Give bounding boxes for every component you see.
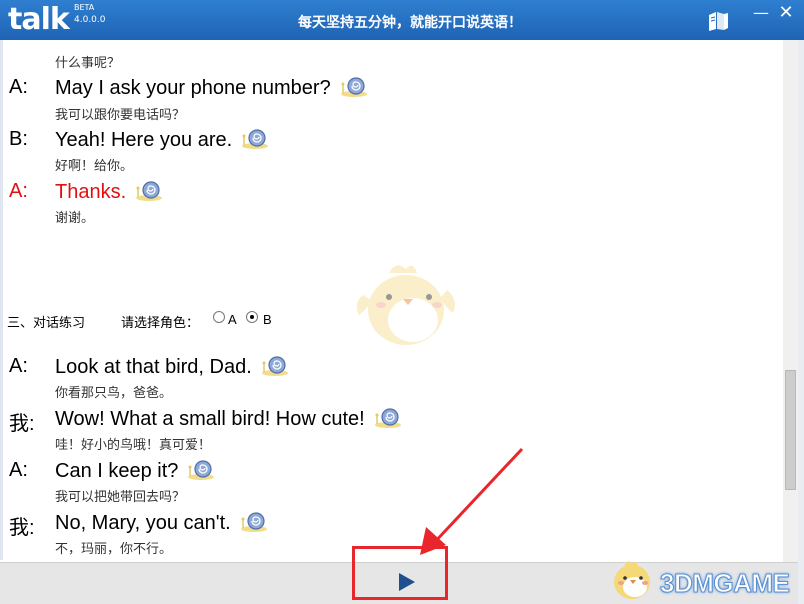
app-logo: talk [8, 2, 70, 37]
dialog-translation: 你看那只鸟，爸爸。 [55, 386, 173, 401]
window-border-right [798, 40, 804, 604]
section-title: 三、对话练习 [7, 316, 86, 331]
snail-audio-icon[interactable] [373, 406, 403, 428]
book-icon[interactable] [706, 9, 730, 33]
sentence-text: May I ask your phone number? [55, 77, 331, 99]
dialog-translation: 不，玛丽，你不行。 [55, 542, 173, 557]
chick-mascot-image [356, 265, 455, 345]
role-a-label[interactable]: A [228, 312, 237, 327]
snail-audio-icon[interactable] [239, 510, 269, 532]
speaker-label: A: [9, 459, 28, 481]
slogan: 每天坚持五分钟，就能开口说英语！ [298, 15, 522, 31]
dialog-translation: 好啊！给你。 [55, 159, 134, 174]
dialog-translation: 哇！好小的鸟哦！真可爱！ [55, 438, 212, 453]
role-b-label[interactable]: B [263, 312, 272, 327]
version-label: 4.0.0.0 [74, 15, 106, 25]
watermark-chick-icon [614, 561, 650, 599]
speaker-label: 我: [9, 413, 35, 435]
snail-audio-icon[interactable] [339, 75, 369, 97]
sentence-text: Wow! What a small bird! How cute! [55, 408, 365, 430]
sentence-text: Yeah! Here you are. [55, 129, 233, 151]
dialog-sentence: No, Mary, you can't. [55, 510, 269, 535]
role-b-radio[interactable] [246, 311, 258, 323]
speaker-label: 我: [9, 517, 35, 539]
scrollbar-thumb[interactable] [785, 370, 796, 490]
dialog-translation: 我可以跟你要电话吗？ [55, 108, 186, 123]
dialog-translation: 什么事呢？ [55, 56, 121, 71]
annotation-arrow [420, 447, 524, 555]
role-select-label: 请选择角色： [121, 316, 200, 331]
lesson-content: 什么事呢？ A: May I ask your phone number? 我可… [3, 40, 783, 562]
dialog-translation: 我可以把她带回去吗？ [55, 490, 186, 505]
speaker-label: B: [9, 128, 28, 150]
dialog-translation: 谢谢。 [55, 211, 95, 226]
dialog-sentence: Wow! What a small bird! How cute! [55, 406, 403, 431]
snail-audio-icon[interactable] [240, 127, 270, 149]
sentence-text: No, Mary, you can't. [55, 512, 231, 534]
dialog-sentence: May I ask your phone number? [55, 75, 369, 100]
snail-audio-icon[interactable] [186, 458, 216, 480]
minimize-icon[interactable]: — [752, 5, 770, 24]
dialog-sentence: Look at that bird, Dad. [55, 354, 290, 379]
vertical-scrollbar[interactable] [783, 40, 798, 562]
dialog-sentence: Can I keep it? [55, 458, 216, 483]
dialog-sentence-active: Thanks. [55, 179, 164, 204]
role-a-radio[interactable] [213, 311, 225, 323]
sentence-text: Look at that bird, Dad. [55, 356, 252, 378]
watermark-text: 3DMGAME [659, 568, 790, 599]
snail-audio-icon[interactable] [134, 179, 164, 201]
speaker-label-active: A: [9, 180, 28, 202]
play-icon[interactable] [399, 573, 415, 591]
speaker-label: A: [9, 355, 28, 377]
beta-label: BETA [74, 3, 95, 12]
dialog-sentence: Yeah! Here you are. [55, 127, 270, 152]
sentence-text: Can I keep it? [55, 460, 179, 482]
sentence-text: Thanks. [55, 181, 127, 203]
title-bar: talk BETA 4.0.0.0 每天坚持五分钟，就能开口说英语！ — ✕ [0, 0, 804, 40]
snail-audio-icon[interactable] [260, 354, 290, 376]
close-icon[interactable]: ✕ [776, 4, 796, 24]
speaker-label: A: [9, 76, 28, 98]
